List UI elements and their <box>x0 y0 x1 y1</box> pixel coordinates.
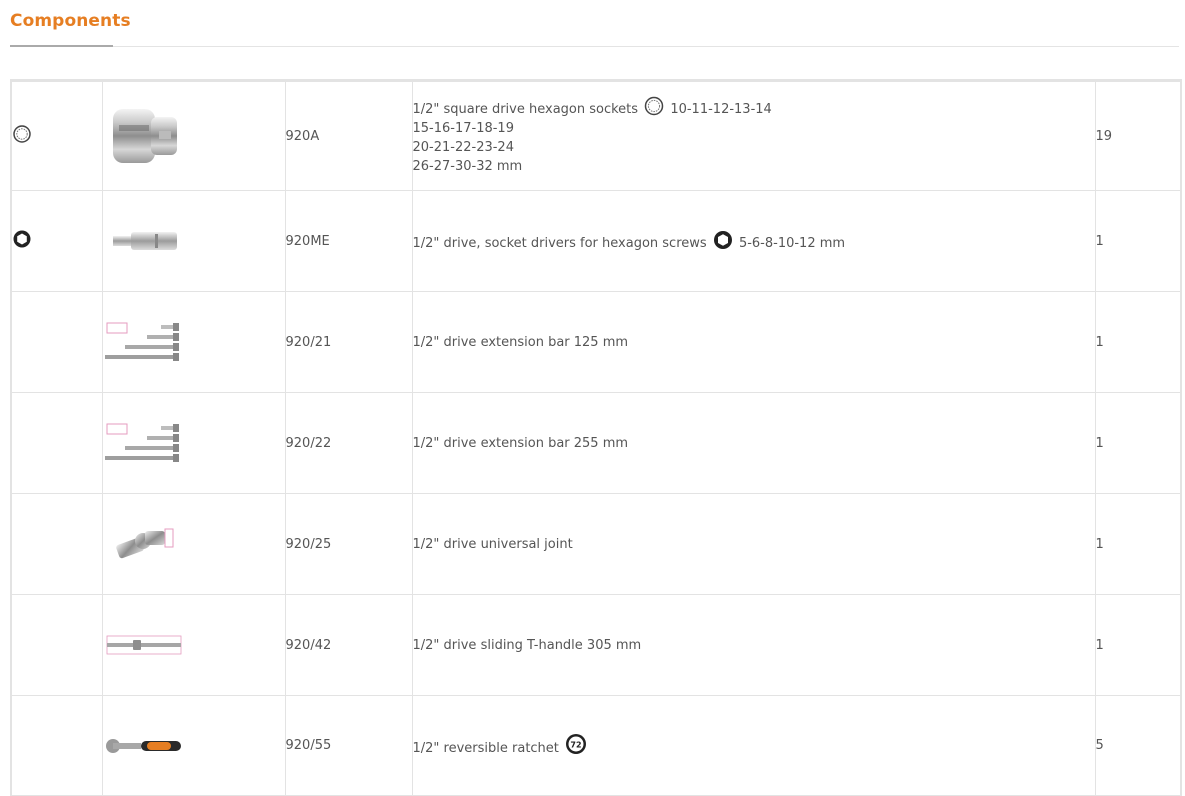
description-sizes: 26-27-30-32 mm <box>412 159 523 174</box>
row-icon-cell <box>10 392 103 494</box>
section-title: Components <box>10 11 131 31</box>
extension-bar-image[interactable] <box>103 420 183 466</box>
product-description: 1/2" drive extension bar 125 mm <box>411 291 1096 393</box>
hexagon-socket-image[interactable] <box>103 101 183 171</box>
product-image-cell <box>101 291 286 393</box>
components-table: 920A 1/2" square drive hexagon sockets 1… <box>10 79 1182 796</box>
quantity: 1 <box>1094 392 1182 494</box>
12-point-socket-icon <box>644 96 664 116</box>
row-icon-cell <box>10 190 103 292</box>
product-code[interactable]: 920ME <box>284 190 413 292</box>
table-row: 920A 1/2" square drive hexagon sockets 1… <box>10 80 1182 191</box>
reversible-ratchet-image[interactable] <box>103 734 183 758</box>
description-text: 1/2" square drive hexagon sockets <box>412 102 639 117</box>
quantity: 1 <box>1094 493 1182 595</box>
title-underline <box>10 45 113 47</box>
product-description: 1/2" drive, socket drivers for hexagon s… <box>411 190 1096 292</box>
product-code[interactable]: 920/22 <box>284 392 413 494</box>
row-icon-cell <box>10 695 103 796</box>
product-description: 1/2" reversible ratchet 72 <box>411 695 1096 796</box>
12-point-socket-icon <box>13 125 31 143</box>
hexagon-socket-icon <box>713 230 732 249</box>
description-text: 1/2" drive, socket drivers for hexagon s… <box>412 235 707 251</box>
product-code[interactable]: 920/25 <box>284 493 413 595</box>
hexagon-socket-icon <box>13 230 31 248</box>
product-description: 1/2" drive universal joint <box>411 493 1096 595</box>
quantity: 1 <box>1094 190 1182 292</box>
product-image-cell <box>101 594 286 696</box>
product-code[interactable]: 920A <box>284 80 413 191</box>
extension-bar-image[interactable] <box>103 319 183 365</box>
quantity: 1 <box>1094 594 1182 696</box>
table-row: 920ME 1/2" drive, socket drivers for hex… <box>10 190 1182 292</box>
socket-driver-image[interactable] <box>103 221 183 261</box>
row-icon-cell <box>10 594 103 696</box>
product-image-cell <box>101 493 286 595</box>
sliding-t-handle-image[interactable] <box>103 633 183 657</box>
product-description: 1/2" drive sliding T-handle 305 mm <box>411 594 1096 696</box>
product-description: 1/2" drive extension bar 255 mm <box>411 392 1096 494</box>
72-teeth-badge-icon: 72 <box>566 734 587 754</box>
quantity: 5 <box>1094 695 1182 796</box>
product-image-cell <box>101 190 286 292</box>
product-image-cell <box>101 695 286 796</box>
description-sizes: 20-21-22-23-24 <box>412 140 514 155</box>
header-divider <box>10 46 1179 47</box>
quantity: 19 <box>1094 80 1182 191</box>
row-icon-cell <box>10 291 103 393</box>
svg-text:72: 72 <box>570 741 581 750</box>
section-header: Components <box>0 0 1185 48</box>
product-description: 1/2" square drive hexagon sockets 10-11-… <box>411 80 1096 191</box>
product-code[interactable]: 920/21 <box>284 291 413 393</box>
description-text: 1/2" reversible ratchet <box>412 741 559 756</box>
row-icon-cell <box>10 80 103 191</box>
description-sizes: 5-6-8-10-12 mm <box>738 235 846 251</box>
product-image-cell <box>101 80 286 191</box>
table-row: 920/21 1/2" drive extension bar 125 mm 1 <box>10 291 1182 393</box>
table-row: 920/22 1/2" drive extension bar 255 mm 1 <box>10 392 1182 494</box>
universal-joint-image[interactable] <box>103 521 183 567</box>
description-sizes: 15-16-17-18-19 <box>412 121 514 136</box>
table-row: 920/42 1/2" drive sliding T-handle 305 m… <box>10 594 1182 696</box>
row-icon-cell <box>10 493 103 595</box>
product-image-cell <box>101 392 286 494</box>
table-row: 920/55 1/2" reversible ratchet 72 5 <box>10 695 1182 796</box>
table-row: 920/25 1/2" drive universal joint 1 <box>10 493 1182 595</box>
description-sizes: 10-11-12-13-14 <box>670 102 772 117</box>
quantity: 1 <box>1094 291 1182 393</box>
product-code[interactable]: 920/42 <box>284 594 413 696</box>
product-code[interactable]: 920/55 <box>284 695 413 796</box>
